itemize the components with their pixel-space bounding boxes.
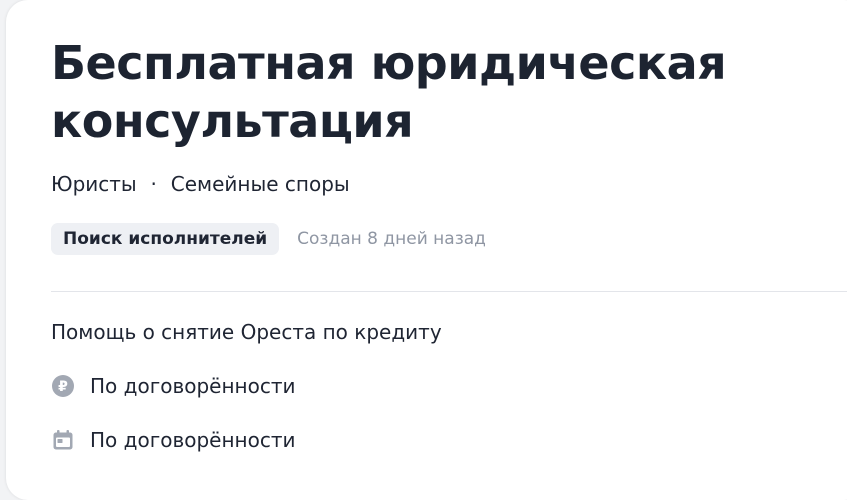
breadcrumb-separator: · (150, 172, 157, 196)
date-label: По договорённости (90, 428, 296, 452)
task-card: Бесплатная юридическая консультация Юрис… (6, 0, 847, 500)
task-title: Бесплатная юридическая консультация (51, 36, 727, 148)
created-timestamp: Создан 8 дней назад (297, 229, 486, 249)
task-description: Помощь о снятие Ореста по кредиту (51, 320, 442, 344)
date-row: По договорённости (51, 427, 296, 453)
breadcrumb-subcategory[interactable]: Семейные споры (171, 172, 350, 196)
price-row: ₽ По договорённости (51, 373, 296, 399)
breadcrumb: Юристы · Семейные споры (51, 171, 350, 197)
calendar-icon (51, 428, 75, 452)
price-label: По договорённости (90, 374, 296, 398)
breadcrumb-category[interactable]: Юристы (51, 172, 137, 196)
ruble-icon: ₽ (51, 374, 75, 398)
status-badge: Поиск исполнителей (51, 223, 280, 255)
status-row: Поиск исполнителей Создан 8 дней назад (51, 223, 486, 255)
divider (51, 291, 847, 292)
svg-text:₽: ₽ (58, 379, 68, 395)
